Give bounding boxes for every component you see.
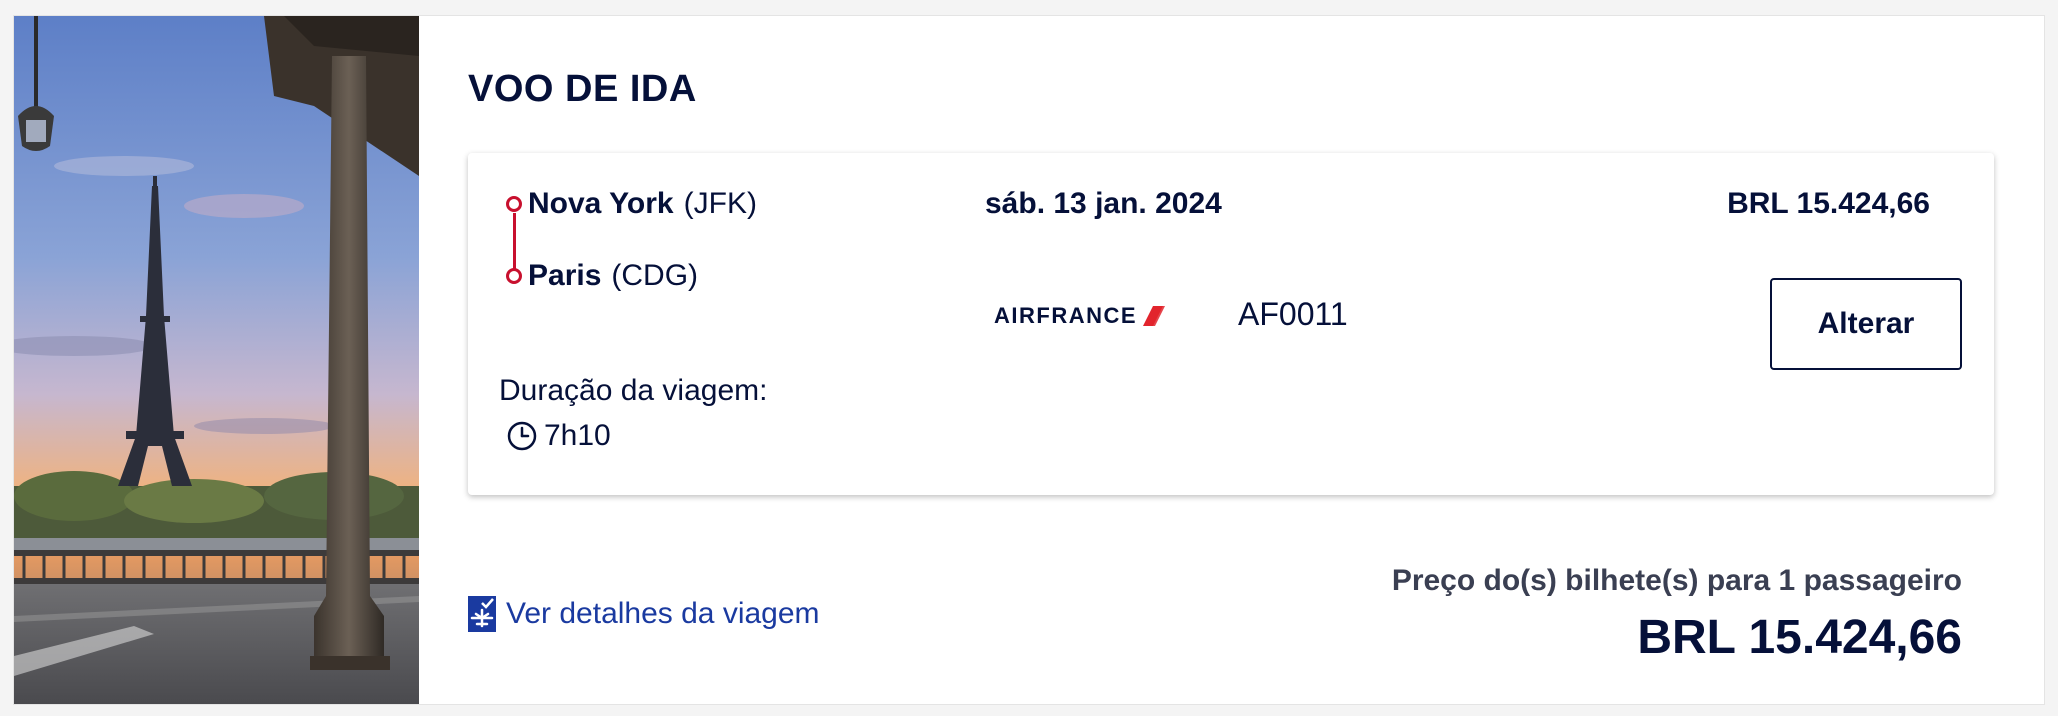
destination-dot-icon: [506, 268, 522, 284]
flight-price: BRL 15.424,66: [1727, 187, 1930, 220]
total-price-label: Preço do(s) bilhete(s) para 1 passageiro: [1391, 564, 1962, 597]
destination-code: (CDG): [611, 259, 699, 292]
paris-eiffel-tower-photo: [14, 16, 419, 704]
main-content: VOO DE IDA Nova York (JFK) Paris (CDG) s…: [468, 16, 2008, 704]
duration-label: Duração da viagem:: [499, 374, 768, 407]
airfrance-logo-icon: AIRFRANCE: [994, 303, 1166, 329]
flight-number: AF0011: [1238, 296, 1348, 332]
change-flight-button[interactable]: Alterar: [1770, 278, 1962, 370]
airfrance-stripe-icon: [1143, 306, 1166, 326]
trip-details-label: Ver detalhes da viagem: [506, 597, 820, 630]
trip-details-icon: [468, 596, 496, 632]
flight-summary-box: Nova York (JFK) Paris (CDG) sáb. 13 jan.…: [468, 153, 1994, 495]
trip-details-link[interactable]: Ver detalhes da viagem: [468, 596, 820, 632]
airline-name: AIRFRANCE: [994, 303, 1138, 328]
duration: 7h10: [506, 419, 611, 453]
origin-stop: Nova York (JFK): [506, 187, 757, 221]
clock-icon: [507, 421, 537, 451]
flight-card: VOO DE IDA Nova York (JFK) Paris (CDG) s…: [13, 15, 2045, 705]
destination-stop: Paris (CDG): [506, 259, 698, 293]
origin-code: (JFK): [683, 187, 757, 220]
destination-city: Paris: [528, 259, 602, 292]
duration-value: 7h10: [544, 419, 611, 452]
total-price: BRL 15.424,66: [1637, 611, 1962, 664]
origin-city: Nova York: [528, 187, 674, 220]
origin-dot-icon: [506, 196, 522, 212]
flight-date: sáb. 13 jan. 2024: [985, 187, 1222, 220]
section-title: VOO DE IDA: [468, 68, 697, 110]
